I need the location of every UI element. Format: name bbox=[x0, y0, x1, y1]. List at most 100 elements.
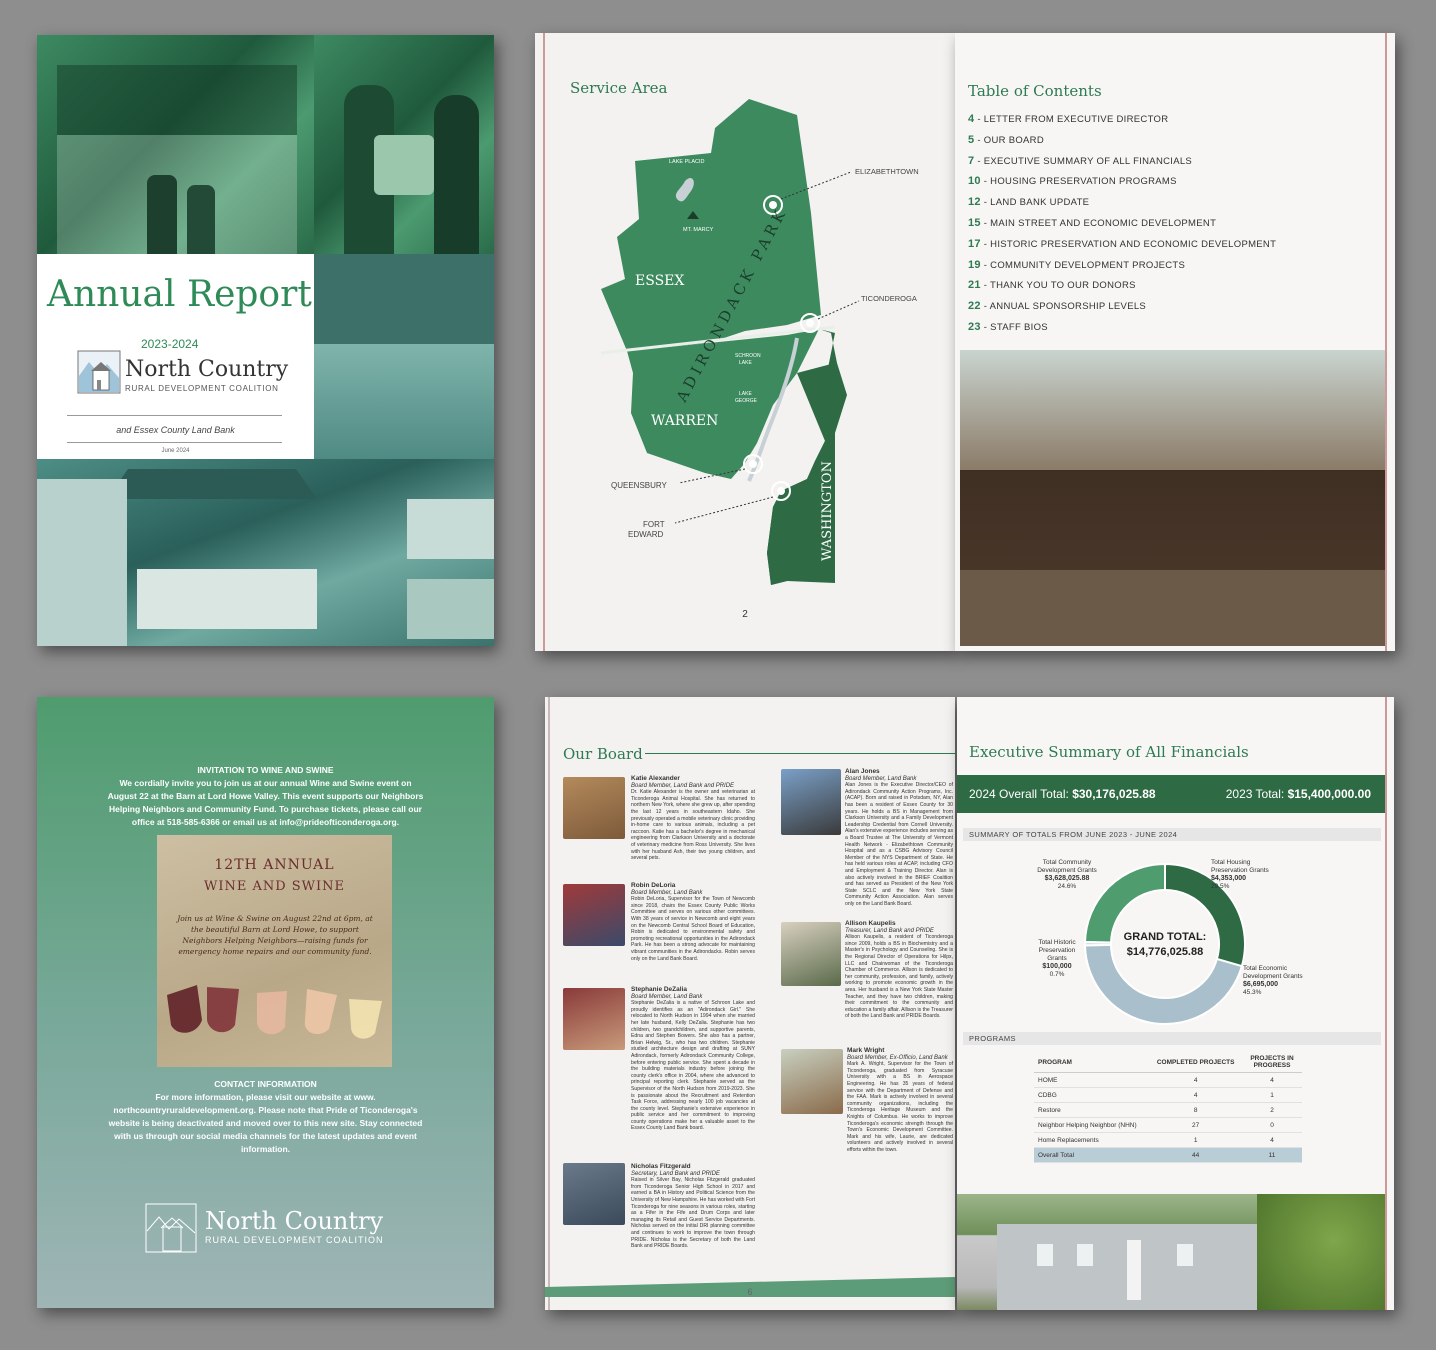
member-mark-wright: Mark Wright Board Member, Ex-Officio, La… bbox=[847, 1047, 953, 1154]
service-area-page: Service Area LAKE PLACID MT. MARCY ADIRO… bbox=[535, 33, 955, 651]
page-binding-line bbox=[548, 697, 550, 1310]
cover-photo-lake bbox=[314, 254, 494, 459]
board-team-photo bbox=[960, 350, 1385, 646]
wine-card-line2: WINE AND SWINE bbox=[203, 879, 346, 894]
contact-heading: CONTACT INFORMATION bbox=[214, 1079, 317, 1089]
member-role: Board Member, Land Bank bbox=[845, 775, 917, 782]
member-photo-nicholas-fitzgerald bbox=[563, 1163, 625, 1225]
cover-title: Annual Report bbox=[47, 274, 312, 315]
lake-george-label-2: GEORGE bbox=[735, 398, 758, 404]
grand-total-label: GRAND TOTAL: bbox=[1124, 931, 1207, 943]
toc-item-number: 10 bbox=[968, 175, 981, 188]
page-binding-line bbox=[1385, 697, 1387, 1310]
toc-item: 23 - STAFF BIOS bbox=[968, 321, 1048, 333]
member-robin-deloria: Robin DeLoria Board Member, Land Bank Ro… bbox=[631, 882, 755, 962]
member-role: Treasurer, Land Bank and PRIDE bbox=[845, 927, 934, 934]
member-bio: Alan Jones is the Executive Director/CEO… bbox=[845, 782, 953, 907]
table-cell: 2 bbox=[1242, 1102, 1302, 1118]
toc-item: 19 - COMMUNITY DEVELOPMENT PROJECTS bbox=[968, 259, 1185, 271]
member-photo-allison-kaupelis bbox=[781, 922, 841, 986]
toc-item: 12 - LAND BANK UPDATE bbox=[968, 196, 1089, 208]
org-logo-house-icon bbox=[77, 350, 121, 394]
table-cell: HOME bbox=[1034, 1072, 1150, 1088]
member-bio: Dr. Katie Alexander is the owner and vet… bbox=[631, 789, 755, 862]
cover-years: 2023-2024 bbox=[141, 337, 199, 351]
annual-report-cover: Annual Report 2023-2024 North Country RU… bbox=[37, 35, 494, 646]
queensbury-label: QUEENSBURY bbox=[611, 481, 668, 490]
member-role: Board Member, Land Bank bbox=[631, 993, 703, 1000]
table-cell: 11 bbox=[1242, 1147, 1302, 1163]
org-logo-house-icon bbox=[145, 1203, 197, 1253]
toc-item-label: - COMMUNITY DEVELOPMENT PROJECTS bbox=[980, 259, 1186, 271]
toc-item-number: 15 bbox=[968, 217, 981, 229]
table-cell: Overall Total bbox=[1034, 1147, 1150, 1163]
table-cell: Neighbor Helping Neighbor (NHN) bbox=[1034, 1117, 1150, 1133]
member-photo-alan-jones bbox=[781, 769, 841, 835]
member-photo-stephanie-dezalia bbox=[563, 988, 625, 1050]
home-replacement-photo bbox=[957, 1194, 1385, 1310]
table-cell: 8 bbox=[1149, 1102, 1242, 1118]
member-bio: Allison Kaupelis, a resident of Ticonder… bbox=[845, 934, 953, 1020]
member-name: Nicholas Fitzgerald bbox=[631, 1163, 691, 1170]
table-cell: 1 bbox=[1149, 1132, 1242, 1148]
invitation-text: We cordially invite you to join us at ou… bbox=[107, 778, 424, 827]
toc-item-label: - HOUSING PRESERVATION PROGRAMS bbox=[980, 176, 1177, 188]
schroon-lake-label-1: SCHROON bbox=[735, 353, 761, 359]
lake-placid-label: LAKE PLACID bbox=[669, 159, 704, 165]
member-nicholas-fitzgerald: Nicholas Fitzgerald Secretary, Land Bank… bbox=[631, 1163, 755, 1250]
toc-item-label: - LETTER FROM EXECUTIVE DIRECTOR bbox=[974, 114, 1169, 125]
table-cell: Home Replacements bbox=[1034, 1132, 1150, 1148]
donut-label-community: Total Community Development Grants $3,62… bbox=[1037, 859, 1097, 890]
table-row: Neighbor Helping Neighbor (NHN) 27 0 bbox=[1034, 1117, 1302, 1133]
cover-photo-storefront bbox=[37, 35, 314, 254]
member-role: Board Member, Ex-Officio, Land Bank bbox=[847, 1054, 948, 1061]
table-row: Restore 8 2 bbox=[1034, 1102, 1302, 1118]
warren-county-shape bbox=[627, 329, 819, 479]
toc-item-label: - HISTORIC PRESERVATION AND ECONOMIC DEV… bbox=[980, 238, 1277, 250]
member-bio: Stephanie DeZalia is a native of Schroon… bbox=[631, 1000, 755, 1132]
toc-item: 22 - ANNUAL SPONSORSHIP LEVELS bbox=[968, 300, 1146, 312]
table-cell: 4 bbox=[1242, 1132, 1302, 1148]
toc-item-number: 23 bbox=[968, 321, 981, 333]
financials-title: Executive Summary of All Financials bbox=[969, 743, 1249, 761]
page-binding-line bbox=[1385, 33, 1387, 651]
member-alan-jones: Alan Jones Board Member, Land Bank Alan … bbox=[845, 768, 953, 907]
totals-banner: 2024 Overall Total: $30,176,025.88 2023 … bbox=[957, 775, 1385, 813]
total-2024-value: $30,176,025.88 bbox=[1072, 787, 1156, 801]
total-2024-label: 2024 Overall Total: bbox=[969, 787, 1069, 801]
member-name: Katie Alexander bbox=[631, 775, 680, 782]
member-name: Mark Wright bbox=[847, 1047, 885, 1054]
schroon-lake-label-2: LAKE bbox=[739, 360, 752, 366]
toc-item-label: - EXECUTIVE SUMMARY OF ALL FINANCIALS bbox=[974, 155, 1193, 167]
member-stephanie-dezalia: Stephanie DeZalia Board Member, Land Ban… bbox=[631, 986, 755, 1132]
toc-item-label: - ANNUAL SPONSORSHIP LEVELS bbox=[980, 301, 1147, 313]
table-header-row: PROGRAM COMPLETED PROJECTS PROJECTS IN P… bbox=[1034, 1052, 1302, 1073]
member-allison-kaupelis: Allison Kaupelis Treasurer, Land Bank an… bbox=[845, 920, 953, 1020]
member-role: Secretary, Land Bank and PRIDE bbox=[631, 1170, 720, 1177]
toc-item: 17 - HISTORIC PRESERVATION AND ECONOMIC … bbox=[968, 238, 1276, 250]
table-cell: 4 bbox=[1242, 1072, 1302, 1088]
table-row: CDBG 4 1 bbox=[1034, 1087, 1302, 1103]
warren-label: WARREN bbox=[651, 413, 718, 429]
our-board-page: Our Board Katie Alexander Board Member, … bbox=[545, 697, 955, 1310]
programs-heading: PROGRAMS bbox=[963, 1032, 1381, 1045]
financials-page: Executive Summary of All Financials 2024… bbox=[957, 697, 1394, 1310]
toc-item: 15 - MAIN STREET AND ECONOMIC DEVELOPMEN… bbox=[968, 217, 1216, 229]
wine-card-description: Join us at Wine & Swine on August 22nd a… bbox=[177, 914, 373, 956]
toc-item: 5 - OUR BOARD bbox=[968, 134, 1044, 146]
wine-glasses-icon bbox=[167, 985, 382, 1039]
member-photo-katie-alexander bbox=[563, 777, 625, 839]
toc-item-number: 21 bbox=[968, 279, 981, 292]
member-role: Board Member, Land Bank bbox=[631, 889, 703, 896]
total-2023: 2023 Total: $15,400,000.00 bbox=[1226, 787, 1371, 801]
toc-item-number: 17 bbox=[968, 237, 981, 250]
back-cover-page: INVITATION TO WINE AND SWINE We cordiall… bbox=[37, 697, 494, 1308]
lake-george-label-1: LAKE bbox=[739, 391, 752, 397]
back-cover-org-subtitle: RURAL DEVELOPMENT COALITION bbox=[205, 1235, 384, 1245]
member-photo-robin-deloria bbox=[563, 884, 625, 946]
service-area-map: LAKE PLACID MT. MARCY ADIRONDACK PARK ES… bbox=[600, 99, 919, 585]
invitation-heading: INVITATION TO WINE AND SWINE bbox=[197, 765, 334, 775]
member-name: Allison Kaupelis bbox=[845, 920, 896, 927]
wine-card-line1: 12TH ANNUAL bbox=[214, 857, 335, 873]
programs-table: PROGRAM COMPLETED PROJECTS PROJECTS IN P… bbox=[1034, 1052, 1302, 1163]
